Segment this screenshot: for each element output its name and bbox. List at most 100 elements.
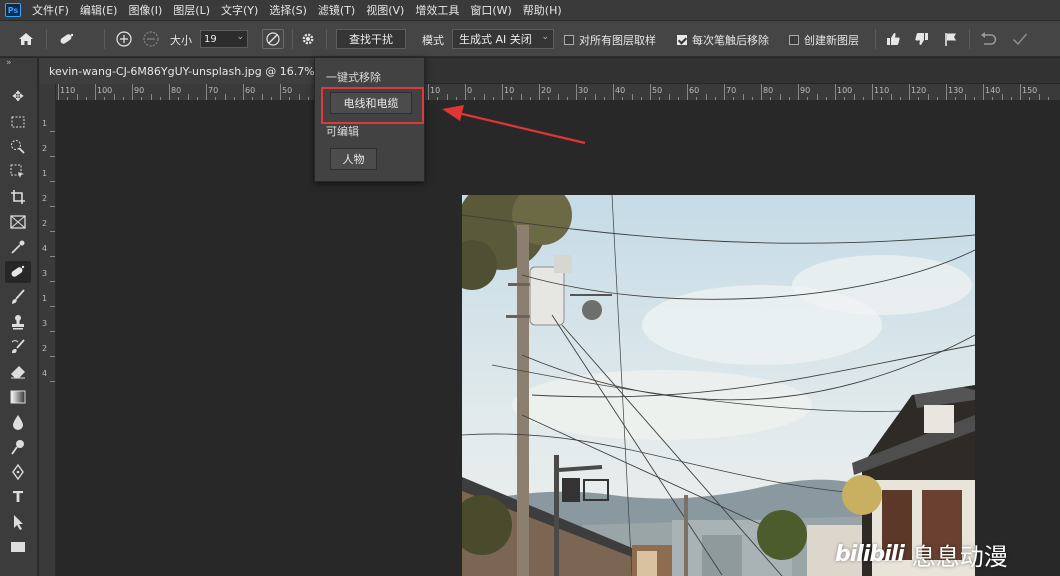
document-tab[interactable]: kevin-wang-CJ-6M86YgUY-unsplash.jpg @ 16… — [39, 58, 315, 84]
ruler-tick — [50, 381, 55, 382]
people-button[interactable]: 人物 — [330, 148, 377, 170]
ruler-minor-tick — [862, 97, 864, 100]
ruler-tick — [613, 84, 614, 100]
ruler-label: 40 — [615, 86, 626, 95]
sample-all-layers-label: 对所有图层取样 — [579, 34, 656, 47]
ruler-label: 150 — [1022, 86, 1038, 95]
ruler-minor-tick — [122, 97, 124, 100]
menu-type[interactable]: 文字(Y) — [221, 2, 258, 18]
menu-plugins[interactable]: 增效工具 — [415, 2, 459, 18]
brush-tool-icon[interactable] — [5, 286, 31, 308]
ruler-tick — [50, 156, 55, 157]
undo-icon[interactable] — [977, 30, 999, 48]
ruler-tick — [50, 281, 55, 282]
street-photo — [462, 195, 975, 576]
brush-size-field[interactable]: 19 ⌄ — [200, 30, 248, 48]
ruler-tick — [50, 306, 55, 307]
flag-icon[interactable] — [941, 30, 961, 48]
bilibili-logo: bilibili — [835, 541, 905, 567]
collapse-chevron-icon[interactable]: » — [6, 58, 12, 68]
sample-all-layers-checkbox[interactable]: 对所有图层取样 — [564, 32, 656, 48]
gear-icon[interactable] — [298, 30, 318, 48]
ruler-label: 30 — [578, 86, 589, 95]
eraser-tool-icon[interactable] — [5, 361, 31, 383]
remove-after-stroke-checkbox[interactable]: 每次笔触后移除 — [677, 32, 769, 48]
ruler-minor-tick — [233, 97, 235, 100]
ruler-minor-tick — [141, 97, 143, 100]
dodge-tool-icon[interactable] — [5, 436, 31, 458]
editable-title: 可编辑 — [326, 125, 359, 138]
menu-layer[interactable]: 图层(L) — [173, 2, 210, 18]
ruler-label: 60 — [245, 86, 256, 95]
ruler-minor-tick — [853, 94, 855, 100]
pen-tool-icon[interactable] — [5, 461, 31, 483]
menu-edit[interactable]: 编辑(E) — [80, 2, 118, 18]
menu-help[interactable]: 帮助(H) — [523, 2, 562, 18]
find-distractions-label: 查找干扰 — [349, 33, 393, 46]
quick-selection-tool-icon[interactable] — [5, 136, 31, 158]
ruler-label: 110 — [60, 86, 76, 95]
menu-filter[interactable]: 滤镜(T) — [318, 2, 355, 18]
pressure-size-icon[interactable] — [262, 29, 284, 49]
clone-stamp-tool-icon[interactable] — [5, 311, 31, 333]
ruler-minor-tick — [918, 97, 920, 100]
ruler-tick — [169, 84, 170, 100]
type-tool-icon[interactable]: T — [5, 486, 31, 508]
history-brush-tool-icon[interactable] — [5, 336, 31, 358]
ruler-minor-tick — [844, 97, 846, 100]
ruler-minor-tick — [104, 97, 106, 100]
home-icon[interactable] — [14, 29, 38, 49]
move-tool-icon[interactable]: ✥ — [5, 86, 31, 108]
ruler-minor-tick — [890, 94, 892, 100]
menu-select[interactable]: 选择(S) — [269, 2, 307, 18]
remove-tool-icon[interactable] — [5, 261, 31, 283]
ruler-minor-tick — [770, 97, 772, 100]
ruler-minor-tick — [705, 94, 707, 100]
ruler-minor-tick — [603, 97, 605, 100]
ruler-label: 50 — [282, 86, 293, 95]
ruler-minor-tick — [733, 97, 735, 100]
gradient-tool-icon[interactable] — [5, 386, 31, 408]
checkbox-checked-icon — [677, 35, 687, 45]
vertical-ruler[interactable]: 1 2 1 2 2 4 3 1 3 2 4 — [39, 84, 56, 576]
blur-tool-icon[interactable] — [5, 411, 31, 433]
tools-panel: » ✥ T — [0, 58, 38, 576]
mode-select[interactable]: 生成式 AI 关闭 ⌄ — [452, 29, 554, 49]
checkbox-icon — [564, 35, 574, 45]
ruler-label: 120 — [911, 86, 927, 95]
add-to-stroke-icon[interactable] — [114, 30, 134, 48]
remove-tool-preset-icon[interactable] — [54, 29, 80, 49]
ruler-minor-tick — [631, 94, 633, 100]
ruler-minor-tick — [927, 94, 929, 100]
create-new-layer-checkbox[interactable]: 创建新图层 — [789, 32, 859, 48]
thumbs-down-icon[interactable] — [912, 30, 932, 48]
object-selection-tool-icon[interactable] — [5, 161, 31, 183]
photoshop-window: Ps 文件(F) 编辑(E) 图像(I) 图层(L) 文字(Y) 选择(S) 滤… — [0, 0, 1060, 576]
ruler-label: 2 — [42, 344, 48, 353]
thumbs-up-icon[interactable] — [883, 30, 903, 48]
menu-file[interactable]: 文件(F) — [32, 2, 69, 18]
ruler-tick — [983, 84, 984, 100]
remove-after-stroke-label: 每次笔触后移除 — [692, 34, 769, 47]
ruler-tick — [50, 356, 55, 357]
ruler-tick — [687, 84, 688, 100]
ruler-tick — [835, 84, 836, 100]
menu-view[interactable]: 视图(V) — [366, 2, 404, 18]
commit-check-icon[interactable] — [1009, 30, 1031, 48]
ruler-label: 90 — [800, 86, 811, 95]
frame-tool-icon[interactable] — [5, 211, 31, 233]
ruler-minor-tick — [307, 97, 309, 100]
ruler-label: 70 — [208, 86, 219, 95]
eyedropper-tool-icon[interactable] — [5, 236, 31, 258]
ruler-minor-tick — [270, 97, 272, 100]
find-distractions-button[interactable]: 查找干扰 — [336, 29, 406, 49]
rectangle-tool-icon[interactable] — [5, 536, 31, 558]
subtract-from-stroke-icon[interactable] — [141, 30, 161, 48]
crop-tool-icon[interactable] — [5, 186, 31, 208]
ruler-minor-tick — [1038, 94, 1040, 100]
path-selection-tool-icon[interactable] — [5, 511, 31, 533]
marquee-tool-icon[interactable] — [5, 111, 31, 133]
menu-window[interactable]: 窗口(W) — [470, 2, 511, 18]
document-image[interactable] — [462, 195, 975, 576]
menu-image[interactable]: 图像(I) — [128, 2, 162, 18]
